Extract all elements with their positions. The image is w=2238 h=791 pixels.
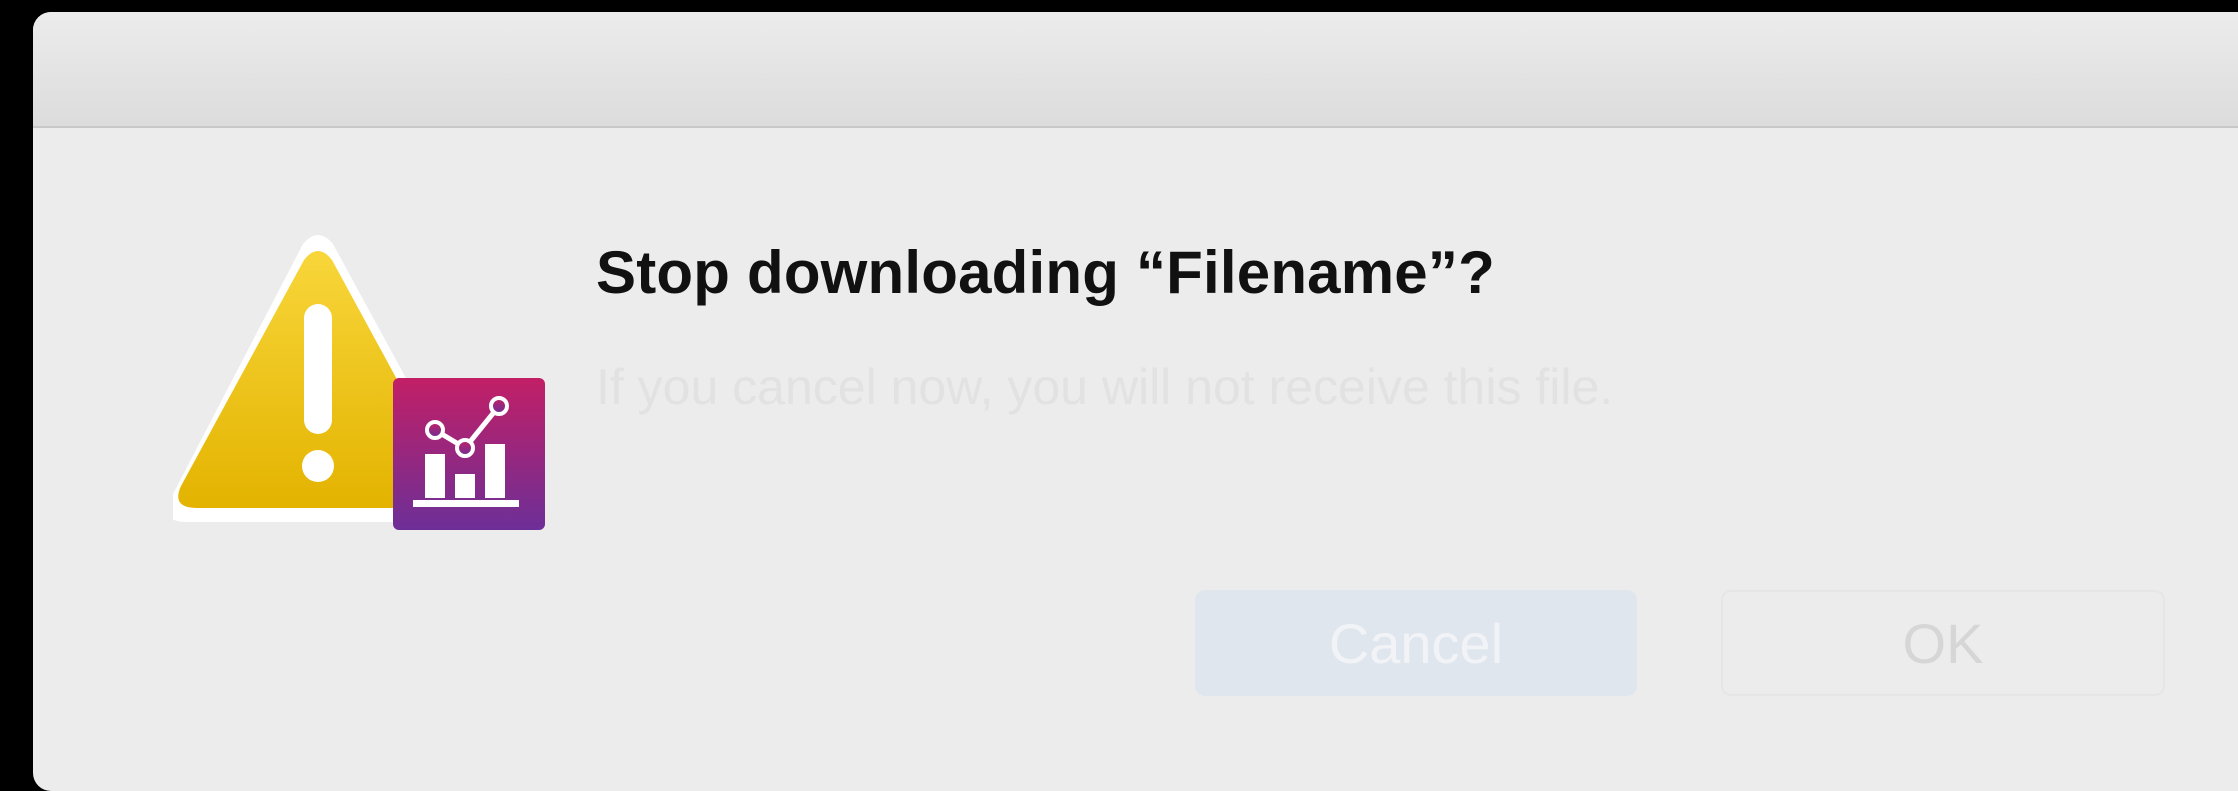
- cancel-button[interactable]: Cancel: [1195, 590, 1637, 696]
- dialog-titlebar: [33, 12, 2238, 128]
- dialog-message: If you cancel now, you will not receive …: [596, 359, 1614, 415]
- ok-button[interactable]: OK: [1721, 590, 2165, 696]
- warning-triangle-icon: [173, 235, 545, 530]
- dialog-title: Stop downloading “Filename”?: [596, 239, 1495, 306]
- chart-app-icon: [393, 378, 545, 530]
- alert-dialog: Stop downloading “Filename”? If you canc…: [33, 12, 2238, 791]
